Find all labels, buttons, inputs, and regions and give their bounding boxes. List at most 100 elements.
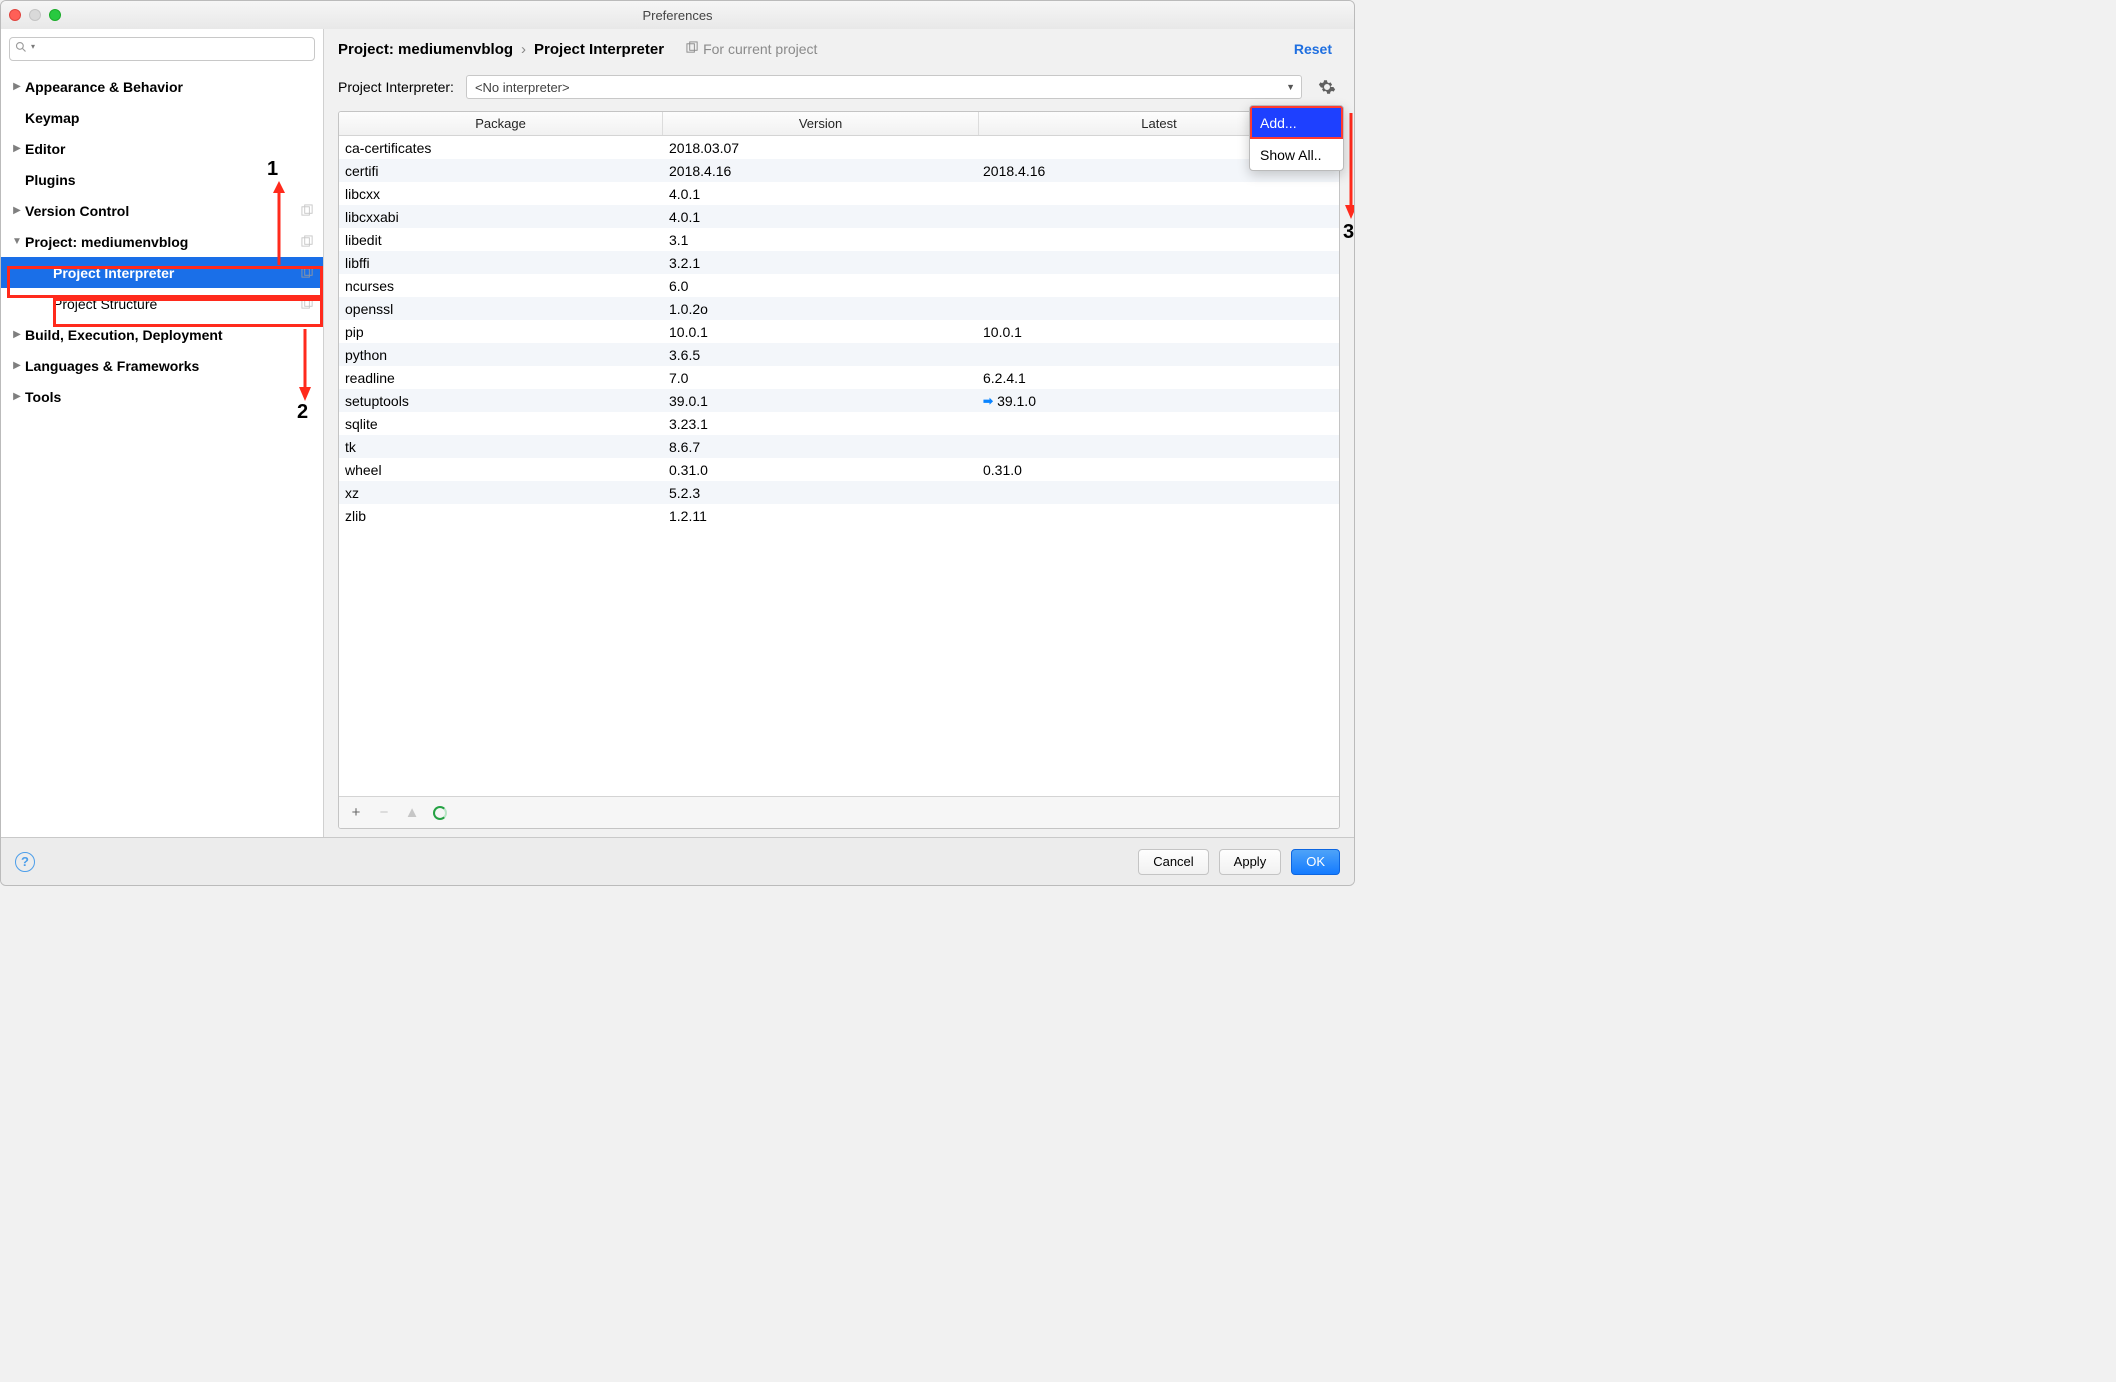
table-row[interactable]: libedit3.1 [339, 228, 1339, 251]
breadcrumb-project: Project: mediumenvblog [338, 41, 513, 58]
sidebar-item-keymap[interactable]: Keymap [1, 102, 323, 133]
cell-latest: 10.0.1 [979, 324, 1339, 340]
interpreter-gear-button[interactable] [1314, 75, 1340, 99]
cancel-button[interactable]: Cancel [1138, 849, 1208, 875]
cell-package: wheel [339, 462, 663, 478]
sidebar-item-label: Project: mediumenvblog [25, 234, 301, 250]
apply-button[interactable]: Apply [1219, 849, 1282, 875]
cell-package: libffi [339, 255, 663, 271]
copy-projects-icon [301, 297, 315, 311]
table-row[interactable]: libffi3.2.1 [339, 251, 1339, 274]
settings-main: Project: mediumenvblog › Project Interpr… [324, 29, 1354, 837]
sidebar-item-label: Build, Execution, Deployment [25, 327, 315, 343]
table-row[interactable]: readline7.06.2.4.1 [339, 366, 1339, 389]
table-row[interactable]: zlib1.2.11 [339, 504, 1339, 527]
table-body[interactable]: ca-certificates2018.03.07certifi2018.4.1… [339, 136, 1339, 796]
refresh-packages-button[interactable] [431, 804, 449, 822]
chevron-down-icon: ▾ [31, 42, 35, 51]
packages-table: Package Version Latest ca-certificates20… [338, 111, 1340, 829]
th-package[interactable]: Package [339, 112, 663, 135]
table-row[interactable]: libcxx4.0.1 [339, 182, 1339, 205]
cell-version: 1.0.2o [663, 301, 979, 317]
menu-item-add[interactable]: Add... [1250, 106, 1343, 139]
settings-tree: ▶Appearance & BehaviorKeymap▶EditorPlugi… [1, 69, 323, 837]
interpreter-gear-menu: Add... Show All.. [1249, 105, 1344, 171]
settings-search[interactable]: ▾ [9, 37, 315, 61]
cell-package: tk [339, 439, 663, 455]
cell-package: setuptools [339, 393, 663, 409]
cell-version: 39.0.1 [663, 393, 979, 409]
sidebar-item-tools[interactable]: ▶Tools [1, 381, 323, 412]
window-title: Preferences [1, 8, 1354, 23]
sidebar-item-label: Plugins [25, 172, 315, 188]
table-row[interactable]: tk8.6.7 [339, 435, 1339, 458]
sidebar-item-editor[interactable]: ▶Editor [1, 133, 323, 164]
cell-version: 3.6.5 [663, 347, 979, 363]
copy-projects-icon [686, 41, 699, 57]
ok-button[interactable]: OK [1291, 849, 1340, 875]
copy-projects-icon [301, 235, 315, 249]
breadcrumb-page: Project Interpreter [534, 41, 664, 58]
chevron-right-icon: ▶ [9, 391, 25, 402]
table-row[interactable]: python3.6.5 [339, 343, 1339, 366]
sidebar-item-label: Appearance & Behavior [25, 79, 315, 95]
interpreter-row: Project Interpreter: <No interpreter> ▼ [324, 69, 1354, 105]
table-row[interactable]: openssl1.0.2o [339, 297, 1339, 320]
cell-version: 4.0.1 [663, 209, 979, 225]
cell-package: zlib [339, 508, 663, 524]
cell-package: pip [339, 324, 663, 340]
add-package-button[interactable]: + [347, 804, 365, 822]
sidebar-item-appearance-behavior[interactable]: ▶Appearance & Behavior [1, 71, 323, 102]
chevron-right-icon: ▶ [9, 205, 25, 216]
interpreter-select[interactable]: <No interpreter> ▼ [466, 75, 1302, 99]
cell-package: readline [339, 370, 663, 386]
copy-projects-icon [301, 266, 315, 280]
dialog-footer: ? Cancel Apply OK [1, 837, 1354, 885]
table-row[interactable]: xz5.2.3 [339, 481, 1339, 504]
table-row[interactable]: certifi2018.4.162018.4.16 [339, 159, 1339, 182]
cell-latest: ➡39.1.0 [979, 393, 1339, 409]
sidebar-item-plugins[interactable]: Plugins [1, 164, 323, 195]
interpreter-value: <No interpreter> [475, 80, 570, 95]
cell-package: libcxxabi [339, 209, 663, 225]
cell-package: certifi [339, 163, 663, 179]
chevron-right-icon: ▶ [9, 143, 25, 154]
for-current-project-label: For current project [686, 41, 817, 57]
table-row[interactable]: ca-certificates2018.03.07 [339, 136, 1339, 159]
cell-version: 7.0 [663, 370, 979, 386]
table-row[interactable]: ncurses6.0 [339, 274, 1339, 297]
breadcrumb-sep: › [521, 41, 526, 58]
table-row[interactable]: libcxxabi4.0.1 [339, 205, 1339, 228]
table-row[interactable]: setuptools39.0.1➡39.1.0 [339, 389, 1339, 412]
sidebar-item-project-interpreter[interactable]: Project Interpreter [1, 257, 323, 288]
sidebar-item-project-structure[interactable]: Project Structure [1, 288, 323, 319]
table-row[interactable]: sqlite3.23.1 [339, 412, 1339, 435]
cell-package: python [339, 347, 663, 363]
th-version[interactable]: Version [663, 112, 979, 135]
sidebar-item-languages-frameworks[interactable]: ▶Languages & Frameworks [1, 350, 323, 381]
sidebar-item-label: Version Control [25, 203, 301, 219]
interpreter-label: Project Interpreter: [338, 79, 454, 95]
help-button[interactable]: ? [15, 852, 35, 872]
cell-version: 10.0.1 [663, 324, 979, 340]
sidebar-item-label: Keymap [25, 110, 315, 126]
sidebar-item-project-mediumenvblog[interactable]: ▼Project: mediumenvblog [1, 226, 323, 257]
cell-package: ncurses [339, 278, 663, 294]
sidebar-item-version-control[interactable]: ▶Version Control [1, 195, 323, 226]
table-header: Package Version Latest [339, 112, 1339, 136]
table-row[interactable]: pip10.0.110.0.1 [339, 320, 1339, 343]
cell-package: libcxx [339, 186, 663, 202]
settings-sidebar: ▾ ▶Appearance & BehaviorKeymap▶EditorPlu… [1, 29, 324, 837]
cell-version: 1.2.11 [663, 508, 979, 524]
upgrade-package-button: ▲ [403, 804, 421, 822]
cell-package: xz [339, 485, 663, 501]
cell-version: 0.31.0 [663, 462, 979, 478]
chevron-right-icon: ▶ [9, 329, 25, 340]
menu-item-show-all[interactable]: Show All.. [1250, 139, 1343, 170]
cell-version: 2018.03.07 [663, 140, 979, 156]
cell-version: 2018.4.16 [663, 163, 979, 179]
reset-link[interactable]: Reset [1294, 41, 1340, 57]
sidebar-item-build-execution-deployment[interactable]: ▶Build, Execution, Deployment [1, 319, 323, 350]
table-row[interactable]: wheel0.31.00.31.0 [339, 458, 1339, 481]
search-input[interactable] [9, 37, 315, 61]
